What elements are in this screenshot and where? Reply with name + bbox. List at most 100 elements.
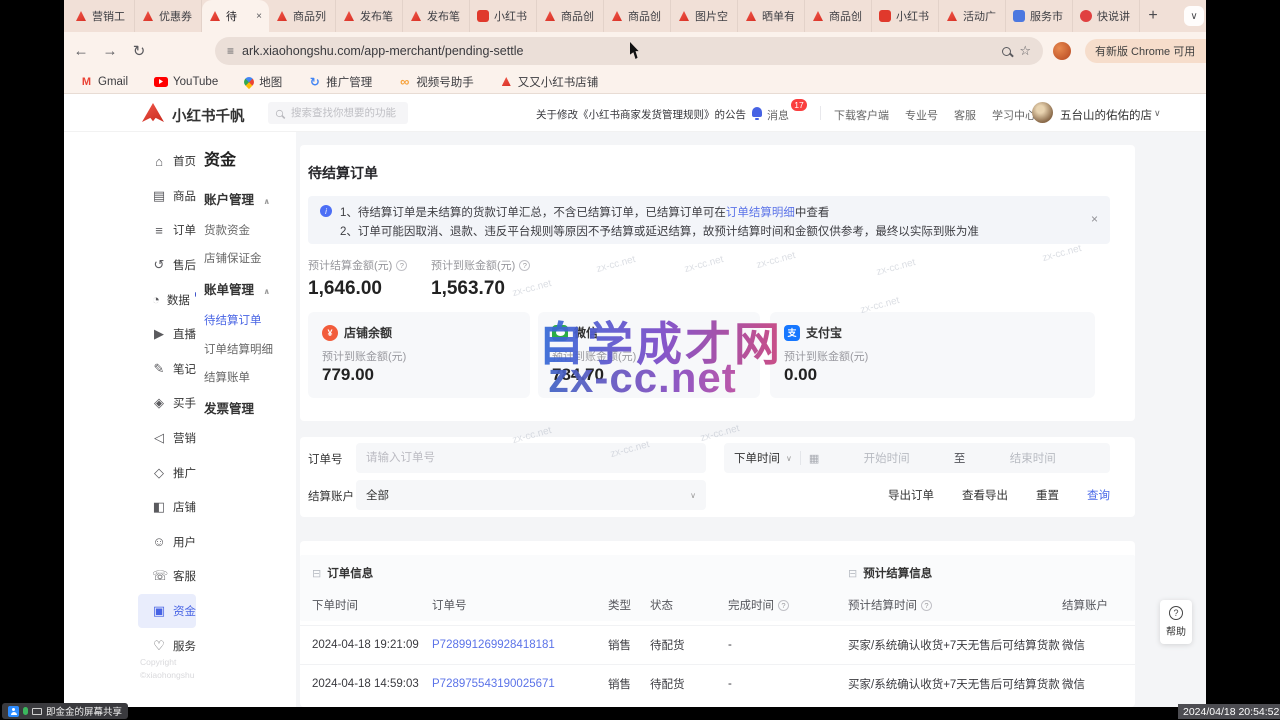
search-icon — [276, 109, 283, 116]
reload-icon[interactable]: ↻ — [128, 42, 150, 60]
collapse-chevron-icon[interactable]: ∧ — [264, 287, 271, 296]
help-tooltip-icon[interactable]: ? — [921, 600, 932, 611]
browser-tab[interactable]: 发布笔 — [336, 0, 403, 32]
bookmark-star-icon[interactable]: ☆ — [1019, 43, 1031, 59]
balance-card-title: 支付宝 — [806, 324, 842, 341]
submenu-item[interactable]: 资金 — [204, 146, 236, 170]
time-type-select[interactable]: 下单时间 — [734, 450, 780, 466]
help-tooltip-icon[interactable]: ? — [519, 260, 530, 271]
sidebar-item[interactable]: ▶ 直播 — [138, 317, 196, 352]
sidebar-item[interactable]: ◁ 营销 — [138, 421, 196, 456]
help-tooltip-icon[interactable]: ? — [778, 600, 789, 611]
browser-tab[interactable]: 商品创 — [805, 0, 872, 32]
bookmark-item[interactable]: 推广管理 — [308, 74, 372, 90]
submenu-item[interactable]: 结算账单 — [204, 369, 250, 385]
filter-action-button[interactable]: 导出订单 — [888, 487, 934, 503]
account-select[interactable]: 全部 ∨ — [356, 480, 706, 510]
collapse-box-icon[interactable]: ⊟ — [848, 567, 857, 580]
browser-tab[interactable]: 小红书 — [470, 0, 537, 32]
start-time-field[interactable]: 开始时间 — [819, 450, 954, 466]
header-link[interactable]: 学习中心 — [992, 107, 1036, 123]
filter-action-button[interactable]: 查看导出 — [962, 487, 1008, 503]
site-info-icon[interactable]: ≡ — [227, 44, 234, 58]
tab-list-chevron-icon[interactable]: ∨ — [1184, 6, 1204, 26]
screen-share-indicator[interactable]: 即金金的屏幕共享 — [2, 703, 128, 719]
bookmark-item[interactable]: 视频号助手 — [398, 74, 474, 90]
bookmark-item[interactable]: Gmail — [80, 75, 128, 88]
browser-tab[interactable]: 晒单有 — [738, 0, 805, 32]
browser-tab[interactable]: 商品创 — [537, 0, 604, 32]
submenu-item[interactable]: 货款资金 — [204, 222, 250, 238]
new-tab-button[interactable]: + — [1140, 0, 1166, 32]
help-tooltip-icon[interactable]: ? — [396, 260, 407, 271]
sidebar-item[interactable]: ≡ 订单 — [138, 213, 196, 248]
browser-tab[interactable]: 图片空 — [671, 0, 738, 32]
filter-action-button[interactable]: 重置 — [1036, 487, 1059, 503]
browser-tab[interactable]: 发布笔 — [403, 0, 470, 32]
submenu-item[interactable]: 店铺保证金 — [204, 250, 262, 266]
submenu-item[interactable]: 账户管理 ∧ — [204, 189, 270, 208]
date-range-picker[interactable]: 下单时间 ∨ ▦ 开始时间 至 结束时间 — [724, 443, 1110, 473]
chrome-profile-avatar[interactable] — [1053, 42, 1071, 60]
order-no-input[interactable] — [356, 443, 706, 473]
sidebar-item[interactable]: ◇ 推广 — [138, 455, 196, 490]
submenu-item[interactable]: 发票管理 — [204, 398, 254, 417]
header-link[interactable]: 下载客户端 — [834, 107, 889, 123]
browser-tab[interactable]: 服务市 — [1006, 0, 1073, 32]
sidebar-item[interactable]: ◧ 店铺 — [138, 490, 196, 525]
sidebar-item[interactable]: ◔ 数据 — [138, 282, 196, 317]
chrome-update-button[interactable]: 有新版 Chrome 可用 ⋮ — [1085, 39, 1224, 63]
sidebar-item[interactable]: ↺ 售后 — [138, 248, 196, 283]
app-search-input[interactable] — [289, 106, 399, 120]
sidebar-item[interactable]: ☺ 用户 — [138, 525, 196, 560]
browser-tab[interactable]: 商品列 — [269, 0, 336, 32]
browser-toolbar: ← → ↻ ≡ ark.xiaohongshu.com/app-merchant… — [0, 32, 1280, 70]
bookmark-item[interactable]: 又又小红书店铺 — [500, 74, 599, 90]
search-icon[interactable] — [1002, 47, 1011, 56]
help-button[interactable]: ? 帮助 — [1160, 600, 1192, 644]
browser-tab[interactable]: 快说讲 — [1073, 0, 1140, 32]
submenu-item[interactable]: 待结算订单 — [204, 312, 262, 328]
browser-tab[interactable]: 活动广 — [939, 0, 1006, 32]
app-search-box[interactable] — [268, 102, 408, 124]
tab-favicon — [879, 10, 891, 22]
cell-order-number-link[interactable]: P728975543190025671 — [432, 678, 608, 690]
sidebar-item[interactable]: ▤ 商品 — [138, 179, 196, 214]
submenu-item[interactable]: 账单管理 ∧ — [204, 279, 270, 298]
browser-tab[interactable]: 小红书 — [872, 0, 939, 32]
address-bar[interactable]: ≡ ark.xiaohongshu.com/app-merchant/pendi… — [215, 37, 1043, 65]
submenu-item[interactable]: 订单结算明细 — [204, 341, 273, 357]
table-header: ⊟ 订单信息 ⊟ 预计结算信息 下单时间 订单号 — [300, 555, 1135, 621]
end-time-field[interactable]: 结束时间 — [965, 450, 1100, 466]
submenu-item-label: 结算账单 — [204, 372, 250, 384]
forward-icon[interactable]: → — [99, 43, 121, 60]
header-link[interactable]: 客服 — [954, 107, 976, 123]
collapse-chevron-icon[interactable]: ∧ — [264, 197, 271, 206]
banner-close-icon[interactable]: × — [1091, 212, 1098, 226]
bookmark-item[interactable]: YouTube — [154, 76, 218, 88]
filter-action-button[interactable]: 查询 — [1087, 487, 1110, 503]
bookmark-item[interactable]: 地图 — [244, 74, 282, 90]
back-icon[interactable]: ← — [70, 43, 92, 60]
collapse-box-icon[interactable]: ⊟ — [312, 567, 321, 580]
settlement-detail-link[interactable]: 订单结算明细 — [726, 207, 795, 219]
sidebar-item[interactable]: ✎ 笔记 — [138, 352, 196, 387]
browser-tab[interactable]: 优惠券 — [135, 0, 202, 32]
tab-close-icon[interactable]: × — [256, 11, 262, 22]
sidebar-item[interactable]: ◈ 买手 — [138, 386, 196, 421]
sidebar-item[interactable]: ☏ 客服 — [138, 559, 196, 594]
bell-icon[interactable] — [752, 107, 762, 117]
browser-tab[interactable]: 营销工 — [68, 0, 135, 32]
header-link[interactable]: 专业号 — [905, 107, 938, 123]
store-chevron-icon[interactable]: ∨ — [1154, 108, 1161, 119]
sidebar-item[interactable]: ⌂ 首页 — [138, 144, 196, 179]
store-name[interactable]: 五台山的佑佑的店 — [1060, 107, 1152, 123]
browser-tab[interactable]: 商品创 — [604, 0, 671, 32]
browser-tab[interactable]: 待 × — [202, 0, 269, 32]
announcement-link[interactable]: 关于修改《小红书商家发货管理规则》的公告 — [536, 107, 746, 122]
messages-label[interactable]: 消息 — [767, 107, 789, 123]
store-avatar[interactable] — [1032, 102, 1053, 123]
sidebar-item[interactable]: ▣ 资金 — [138, 594, 196, 629]
url-text[interactable]: ark.xiaohongshu.com/app-merchant/pending… — [242, 44, 994, 58]
cell-order-number-link[interactable]: P728991269928418181 — [432, 639, 608, 651]
